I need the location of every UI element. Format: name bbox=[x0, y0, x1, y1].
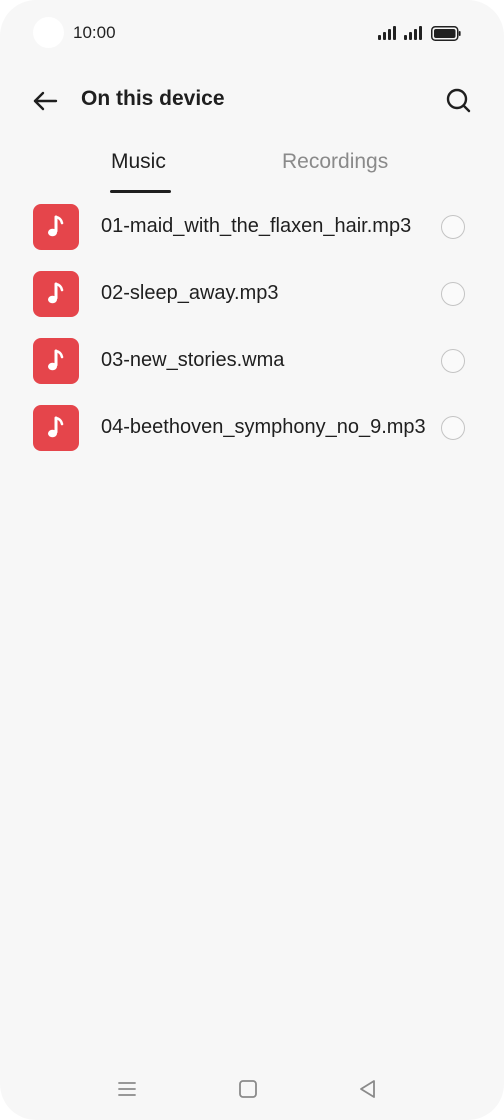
tab-bar: Music Recordings bbox=[0, 140, 504, 196]
select-radio[interactable] bbox=[441, 215, 465, 239]
select-radio[interactable] bbox=[441, 416, 465, 440]
file-name: 03-new_stories.wma bbox=[101, 349, 285, 371]
select-radio[interactable] bbox=[441, 349, 465, 373]
app-header: On this device bbox=[0, 70, 504, 130]
home-icon[interactable] bbox=[235, 1076, 261, 1102]
front-camera bbox=[33, 17, 64, 48]
file-list: 01-maid_with_the_flaxen_hair.mp3 02-slee… bbox=[0, 195, 504, 463]
status-time: 10:00 bbox=[73, 23, 116, 42]
list-item[interactable]: 01-maid_with_the_flaxen_hair.mp3 bbox=[0, 195, 504, 262]
list-item[interactable]: 03-new_stories.wma bbox=[0, 329, 504, 396]
signal-icon bbox=[378, 26, 396, 40]
music-note-icon bbox=[33, 338, 79, 384]
back-triangle-icon[interactable] bbox=[355, 1076, 381, 1102]
menu-icon[interactable] bbox=[114, 1076, 140, 1102]
music-note-icon bbox=[33, 405, 79, 451]
list-item[interactable]: 02-sleep_away.mp3 bbox=[0, 262, 504, 329]
battery-icon bbox=[431, 26, 461, 41]
tab-recordings[interactable]: Recordings bbox=[282, 150, 388, 174]
back-arrow-icon[interactable] bbox=[28, 84, 62, 118]
phone-screen: 10:00 On this device Music Recordings 01… bbox=[0, 0, 504, 1120]
system-nav-bar bbox=[0, 1066, 504, 1112]
music-note-icon bbox=[33, 271, 79, 317]
tab-music[interactable]: Music bbox=[111, 150, 166, 174]
search-icon[interactable] bbox=[442, 84, 476, 118]
select-radio[interactable] bbox=[441, 282, 465, 306]
status-bar: 10:00 bbox=[0, 0, 504, 66]
page-title: On this device bbox=[81, 87, 225, 110]
list-item[interactable]: 04-beethoven_symphony_no_9.mp3 bbox=[0, 396, 504, 463]
active-tab-indicator bbox=[110, 190, 171, 193]
music-note-icon bbox=[33, 204, 79, 250]
file-name: 02-sleep_away.mp3 bbox=[101, 282, 279, 304]
file-name: 04-beethoven_symphony_no_9.mp3 bbox=[101, 416, 426, 438]
file-name: 01-maid_with_the_flaxen_hair.mp3 bbox=[101, 215, 412, 237]
signal-icon bbox=[404, 26, 422, 40]
